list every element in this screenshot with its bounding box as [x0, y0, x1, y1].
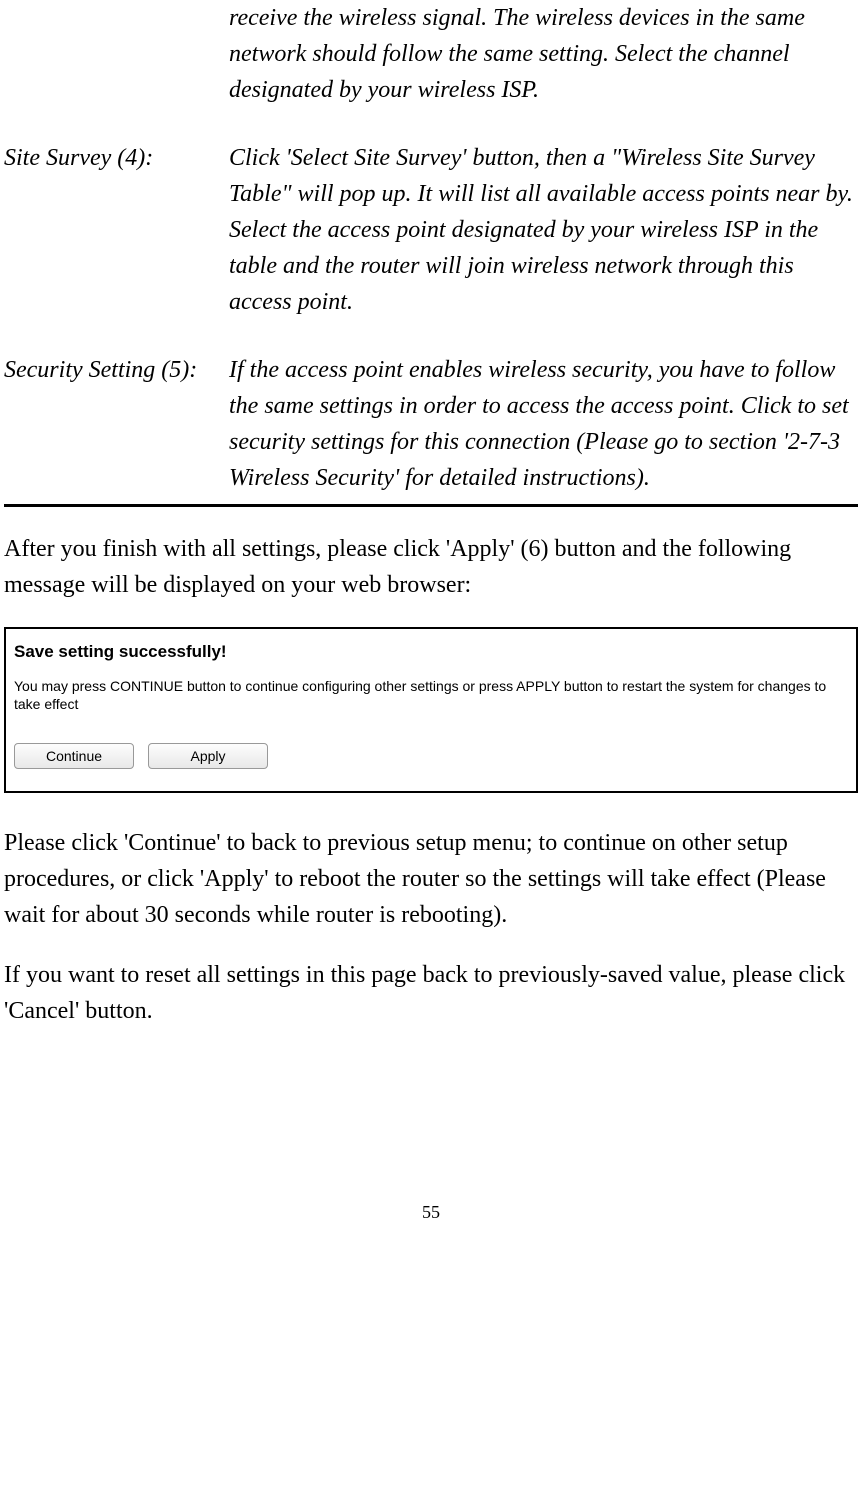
section-divider [4, 504, 858, 507]
screenshot-button-row: Continue Apply [14, 743, 848, 769]
definition-desc-security: If the access point enables wireless sec… [229, 352, 858, 496]
definition-term-security: Security Setting (5): [4, 357, 197, 383]
definition-desc-channel: receive the wireless signal. The wireles… [229, 0, 858, 108]
definition-site-survey: Site Survey (4): Click 'Select Site Surv… [4, 140, 858, 320]
save-success-desc: You may press CONTINUE button to continu… [14, 677, 848, 713]
definition-term-spacer [4, 0, 229, 108]
apply-button[interactable]: Apply [148, 743, 268, 769]
paragraph-continue-apply: Please click 'Continue' to back to previ… [4, 825, 858, 933]
definition-desc-site-survey: Click 'Select Site Survey' button, then … [229, 140, 858, 320]
definition-term-site-survey: Site Survey (4): [4, 140, 229, 320]
save-success-title: Save setting successfully! [14, 641, 848, 663]
paragraph-reset-cancel: If you want to reset all settings in thi… [4, 957, 858, 1029]
page-number: 55 [4, 1199, 858, 1226]
continue-button[interactable]: Continue [14, 743, 134, 769]
definition-security-setting: Security Setting (5): If the access poin… [4, 352, 858, 496]
definition-channel-continued: receive the wireless signal. The wireles… [4, 0, 858, 108]
save-success-screenshot: Save setting successfully! You may press… [4, 627, 858, 793]
document-page: receive the wireless signal. The wireles… [0, 0, 862, 1266]
paragraph-after-settings: After you finish with all settings, plea… [4, 531, 858, 603]
